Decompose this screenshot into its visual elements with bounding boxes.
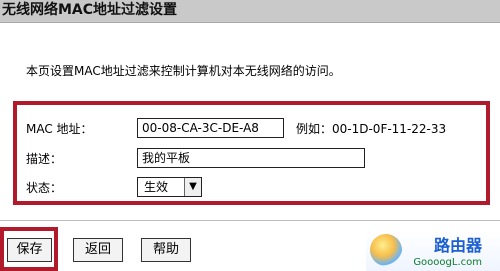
- status-label: 状态：: [26, 181, 63, 195]
- mac-address-input[interactable]: 00-08-CA-3C-DE-A8: [137, 118, 284, 138]
- divider-line: [0, 220, 500, 221]
- title-bar: 无线网络MAC地址过滤设置: [0, 0, 500, 23]
- description-input[interactable]: 我的平板: [137, 148, 365, 168]
- back-button[interactable]: 返回: [73, 238, 123, 262]
- watermark-site: GoooogL.com: [413, 257, 482, 268]
- page-description: 本页设置MAC地址过滤来控制计算机对本无线网络的访问。: [26, 64, 341, 78]
- watermark-brand: 路由器: [433, 236, 482, 255]
- watermark-logo-icon: [370, 234, 402, 266]
- description-label: 描述：: [26, 152, 63, 166]
- mac-example-text: 例如：00-1D-0F-11-22-33: [296, 122, 447, 136]
- save-button[interactable]: 保存: [7, 238, 52, 262]
- mac-address-label: MAC 地址：: [26, 122, 93, 136]
- status-select[interactable]: 生效 ▼: [137, 177, 202, 197]
- status-selected-value: 生效: [144, 180, 169, 194]
- page-title: 无线网络MAC地址过滤设置: [2, 2, 178, 18]
- watermark: 路由器 GoooogL.com: [366, 231, 500, 271]
- help-button[interactable]: 帮助: [141, 238, 191, 262]
- dropdown-arrow-icon[interactable]: ▼: [184, 178, 201, 196]
